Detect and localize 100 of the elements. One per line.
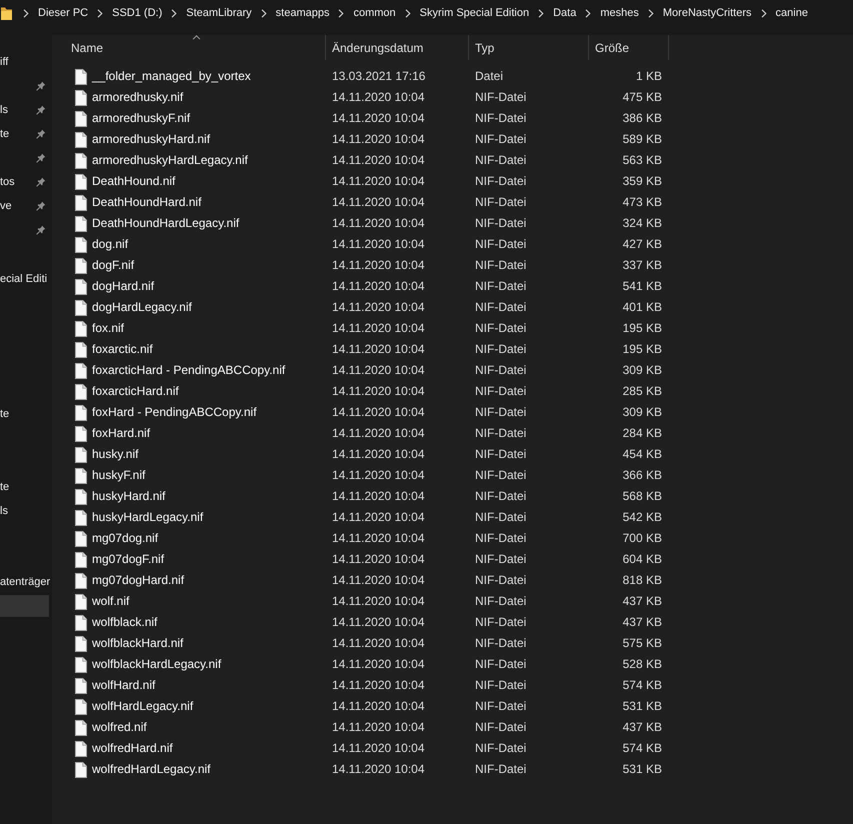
chevron-right-icon[interactable] (171, 8, 178, 18)
modified-date: 14.11.2020 10:04 (332, 699, 425, 714)
sidebar-item[interactable]: te (0, 407, 10, 421)
file-icon (75, 552, 87, 568)
file-name[interactable]: DeathHoundHardLegacy.nif (92, 216, 240, 231)
modified-date: 14.11.2020 10:04 (332, 720, 425, 735)
file-name[interactable]: wolfblack.nif (92, 615, 158, 630)
breadcrumb-item[interactable]: meshes (600, 5, 639, 21)
chevron-right-icon[interactable] (538, 8, 544, 18)
file-name[interactable]: DeathHound.nif (92, 174, 176, 189)
file-name[interactable]: wolfblackHardLegacy.nif (92, 657, 222, 672)
file-icon (75, 236, 87, 252)
file-name[interactable]: foxHard - PendingABCCopy.nif (92, 405, 257, 420)
file-icon (75, 110, 87, 126)
file-size: 589 KB (622, 132, 662, 147)
file-name[interactable]: armoredhuskyF.nif (92, 111, 190, 126)
file-name[interactable]: DeathHoundHard.nif (92, 195, 202, 210)
breadcrumb-item[interactable]: canine (776, 5, 808, 21)
breadcrumb-item[interactable]: Data (553, 5, 576, 21)
file-name[interactable]: mg07dog.nif (92, 531, 158, 546)
pin-icon[interactable] (36, 225, 46, 235)
file-name[interactable]: wolfredHard.nif (92, 741, 173, 756)
breadcrumb-item[interactable]: Dieser PC (38, 5, 88, 21)
file-size: 437 KB (622, 615, 662, 630)
file-icon (75, 426, 87, 442)
file-name[interactable]: armoredhuskyHardLegacy.nif (92, 153, 248, 168)
file-name[interactable]: armoredhuskyHard.nif (92, 132, 210, 147)
sidebar-item[interactable]: atenträger (0, 575, 50, 589)
breadcrumb-item[interactable]: SSD1 (D:) (112, 5, 162, 21)
file-name[interactable]: fox.nif (92, 321, 124, 336)
pin-icon[interactable] (36, 201, 46, 211)
file-name[interactable]: dogF.nif (92, 258, 134, 273)
breadcrumb-item[interactable]: MoreNastyCritters (662, 5, 752, 21)
file-icon (75, 90, 87, 106)
file-type: NIF-Datei (475, 111, 526, 126)
sidebar-item[interactable]: tos (0, 175, 15, 189)
breadcrumb-item[interactable]: steamapps (276, 5, 330, 21)
sidebar-item[interactable]: te (0, 480, 10, 494)
column-header[interactable]: Größe (589, 35, 669, 60)
chevron-right-icon[interactable] (97, 8, 104, 18)
breadcrumb-item[interactable]: SteamLibrary (186, 5, 252, 21)
file-size: 437 KB (622, 594, 662, 609)
modified-date: 14.11.2020 10:04 (332, 489, 425, 504)
sidebar-item[interactable]: ls (0, 103, 8, 117)
file-name[interactable]: wolfredHardLegacy.nif (92, 762, 211, 777)
chevron-right-icon[interactable] (23, 8, 29, 18)
column-header[interactable]: Name (63, 35, 326, 60)
file-type: NIF-Datei (475, 216, 526, 231)
modified-date: 14.11.2020 10:04 (332, 363, 425, 378)
file-type: NIF-Datei (475, 300, 526, 315)
file-name[interactable]: foxarctic.nif (92, 342, 153, 357)
file-name[interactable]: dog.nif (92, 237, 128, 252)
chevron-right-icon[interactable] (760, 8, 767, 18)
file-name[interactable]: foxarcticHard - PendingABCCopy.nif (92, 363, 286, 378)
file-size: 541 KB (622, 279, 662, 294)
modified-date: 14.11.2020 10:04 (332, 321, 425, 336)
pin-icon[interactable] (36, 153, 46, 163)
sidebar-item[interactable]: ecial Editi (0, 272, 48, 286)
file-name[interactable]: dogHard.nif (92, 279, 154, 294)
breadcrumb-item[interactable]: common (353, 5, 396, 21)
modified-date: 14.11.2020 10:04 (332, 111, 425, 126)
pin-icon[interactable] (36, 105, 46, 115)
file-name[interactable]: wolf.nif (92, 594, 130, 609)
column-header[interactable]: Typ (469, 35, 589, 60)
chevron-right-icon[interactable] (648, 8, 654, 18)
file-name[interactable]: dogHardLegacy.nif (92, 300, 192, 315)
file-type: Datei (475, 69, 504, 84)
file-name[interactable]: wolfred.nif (92, 720, 147, 735)
sidebar-item[interactable]: ls (0, 504, 8, 518)
file-name[interactable]: wolfHard.nif (92, 678, 156, 693)
sidebar-item[interactable]: iff (0, 55, 8, 69)
file-size: 475 KB (622, 90, 662, 105)
pin-icon[interactable] (36, 81, 46, 91)
file-icon (75, 740, 87, 756)
pin-icon[interactable] (36, 177, 46, 187)
file-type: NIF-Datei (475, 699, 526, 714)
file-name[interactable]: mg07dogF.nif (92, 552, 164, 567)
file-name[interactable]: armoredhusky.nif (92, 90, 184, 105)
file-name[interactable]: wolfblackHard.nif (92, 636, 184, 651)
file-name[interactable]: husky.nif (92, 447, 138, 462)
file-size: 818 KB (622, 573, 662, 588)
file-name[interactable]: mg07dogHard.nif (92, 573, 184, 588)
file-name[interactable]: huskyHard.nif (92, 489, 166, 504)
sidebar-item[interactable]: ve (0, 199, 12, 213)
column-header[interactable]: Änderungsdatum (326, 35, 469, 60)
sidebar-item[interactable]: te (0, 127, 10, 141)
file-name[interactable]: huskyHardLegacy.nif (92, 510, 204, 525)
breadcrumb-item[interactable]: Skyrim Special Edition (420, 5, 530, 21)
file-name[interactable]: huskyF.nif (92, 468, 146, 483)
chevron-right-icon[interactable] (404, 8, 411, 18)
chevron-right-icon[interactable] (260, 8, 267, 18)
file-name[interactable]: wolfHardLegacy.nif (92, 699, 194, 714)
file-name[interactable]: foxarcticHard.nif (92, 384, 179, 399)
chevron-right-icon[interactable] (338, 8, 344, 18)
file-size: 568 KB (622, 489, 662, 504)
file-name[interactable]: foxHard.nif (92, 426, 150, 441)
pin-icon[interactable] (36, 129, 46, 139)
chevron-right-icon[interactable] (585, 8, 592, 18)
file-name[interactable]: __folder_managed_by_vortex (92, 69, 251, 84)
file-type: NIF-Datei (475, 531, 526, 546)
